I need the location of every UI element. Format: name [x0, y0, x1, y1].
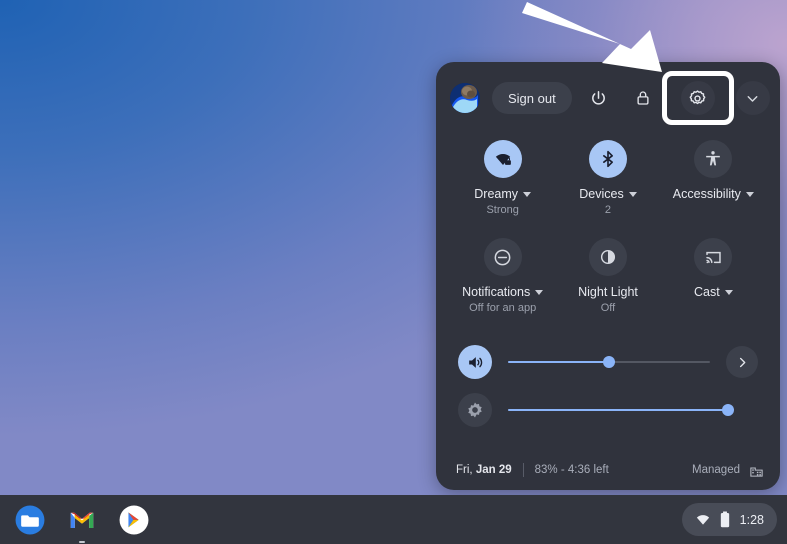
sign-out-button[interactable]: Sign out: [492, 82, 572, 114]
cast-icon: [706, 251, 721, 263]
brightness-slider-fill: [508, 409, 728, 411]
volume-up-icon: [468, 356, 482, 368]
volume-slider-thumb[interactable]: [603, 356, 615, 368]
avatar-image: [450, 83, 480, 113]
date-main: Jan 29: [475, 464, 512, 476]
avatar[interactable]: [450, 83, 480, 113]
do-not-disturb-icon: [494, 249, 511, 265]
shelf-app-play-store[interactable]: [114, 500, 154, 540]
shelf-app-files[interactable]: [10, 500, 50, 540]
tile-accessibility-label: Accessibility: [672, 187, 741, 201]
brightness-slider-thumb[interactable]: [722, 404, 734, 416]
tile-bluetooth[interactable]: Devices 2: [555, 140, 660, 216]
tile-network-sublabel: Strong: [486, 204, 519, 216]
shelf: 1:28: [0, 495, 787, 544]
status-tray[interactable]: 1:28: [681, 503, 777, 536]
quick-settings-panel: Sign out Dreamy Strong Devices 2 Accessi…: [436, 62, 780, 490]
tile-accessibility-label-row: Accessibility: [673, 187, 754, 201]
brightness-icon: [468, 402, 482, 418]
wifi-icon-wrapper: [695, 512, 711, 528]
settings-button-wrapper: [661, 71, 734, 125]
volume-slider-fill: [508, 361, 609, 363]
brightness-button[interactable]: [458, 393, 492, 427]
tile-night-light-label: Night Light: [578, 285, 638, 299]
tile-cast-label-row: Cast: [694, 285, 733, 299]
tile-accessibility[interactable]: Accessibility: [661, 140, 766, 216]
tile-network[interactable]: Dreamy Strong: [450, 140, 555, 216]
enterprise-building-icon-wrapper[interactable]: [749, 463, 764, 478]
feature-tiles-row-1: Dreamy Strong Devices 2 Accessibility: [436, 140, 780, 216]
tile-network-label: Dreamy: [474, 187, 519, 201]
battery-icon-wrapper: [719, 511, 731, 528]
accessibility-icon: [706, 151, 721, 166]
tile-night-light-label-row: Night Light: [578, 285, 638, 299]
tile-night-light-icon-bg: [588, 238, 627, 276]
tile-bluetooth-icon-bg: [588, 140, 627, 178]
chevron-down-icon: [724, 289, 733, 295]
wifi-icon: [696, 514, 709, 525]
bluetooth-icon: [602, 150, 613, 168]
app-running-indicator: [79, 540, 85, 543]
chevron-down-icon: [628, 191, 637, 197]
gmail-icon: [70, 512, 94, 528]
date-label[interactable]: Fri, Jan 29: [456, 464, 512, 476]
collapse-button[interactable]: [735, 81, 770, 115]
brightness-slider[interactable]: [508, 400, 734, 420]
tile-cast-icon-bg: [694, 238, 733, 276]
volume-expand-button[interactable]: [726, 346, 758, 378]
battery-icon: [720, 511, 729, 528]
tile-cast[interactable]: Cast: [661, 238, 766, 314]
chevron-right-icon: [739, 357, 745, 367]
brightness-slider-row: [436, 386, 780, 434]
tile-notifications-icon-bg: [483, 238, 522, 276]
tile-notifications[interactable]: Notifications Off for an app: [450, 238, 555, 314]
volume-mute-button[interactable]: [458, 345, 492, 379]
gear-icon: [689, 89, 706, 104]
quick-settings-footer: Fri, Jan 29 83% - 4:36 left Managed: [436, 450, 780, 490]
wifi-locked-icon: [495, 154, 511, 166]
tile-notifications-sublabel: Off for an app: [469, 302, 537, 314]
settings-button[interactable]: [680, 81, 715, 115]
files-folder-icon: [15, 505, 45, 534]
chevron-down-icon: [745, 191, 754, 197]
tile-notifications-label-row: Notifications: [462, 285, 544, 299]
tile-night-light-sublabel: Off: [600, 302, 616, 314]
quick-settings-header: Sign out: [436, 62, 780, 134]
battery-status-label[interactable]: 83% - 4:36 left: [535, 464, 609, 476]
tile-notifications-label: Notifications: [462, 285, 531, 299]
power-button[interactable]: [582, 81, 616, 115]
chevron-down-icon: [747, 95, 758, 102]
footer-divider: [522, 463, 524, 477]
tile-bluetooth-label: Devices: [579, 187, 624, 201]
volume-slider-row: [436, 338, 780, 386]
night-light-icon: [600, 249, 616, 265]
tile-accessibility-icon-bg: [694, 140, 733, 178]
tile-bluetooth-sublabel: 2: [604, 204, 612, 216]
tile-network-icon-bg: [483, 140, 522, 178]
chevron-down-icon: [535, 289, 544, 295]
tile-bluetooth-label-row: Devices: [579, 187, 637, 201]
volume-slider[interactable]: [508, 352, 710, 372]
enterprise-building-icon: [750, 466, 763, 477]
shelf-app-gmail[interactable]: [62, 500, 102, 543]
play-store-icon: [119, 505, 149, 534]
power-icon: [592, 90, 606, 105]
tray-clock: 1:28: [739, 512, 764, 527]
date-prefix: Fri,: [456, 464, 476, 476]
lock-icon: [637, 91, 649, 105]
tile-night-light[interactable]: Night Light Off: [555, 238, 660, 314]
managed-label[interactable]: Managed: [692, 464, 740, 476]
feature-tiles-row-2: Notifications Off for an app Night Light…: [436, 238, 780, 314]
lock-button[interactable]: [626, 81, 660, 115]
desktop: Sign out Dreamy Strong Devices 2 Accessi…: [0, 0, 787, 544]
chevron-down-icon: [523, 191, 532, 197]
tile-cast-label: Cast: [693, 285, 720, 299]
tile-network-label-row: Dreamy: [474, 187, 532, 201]
